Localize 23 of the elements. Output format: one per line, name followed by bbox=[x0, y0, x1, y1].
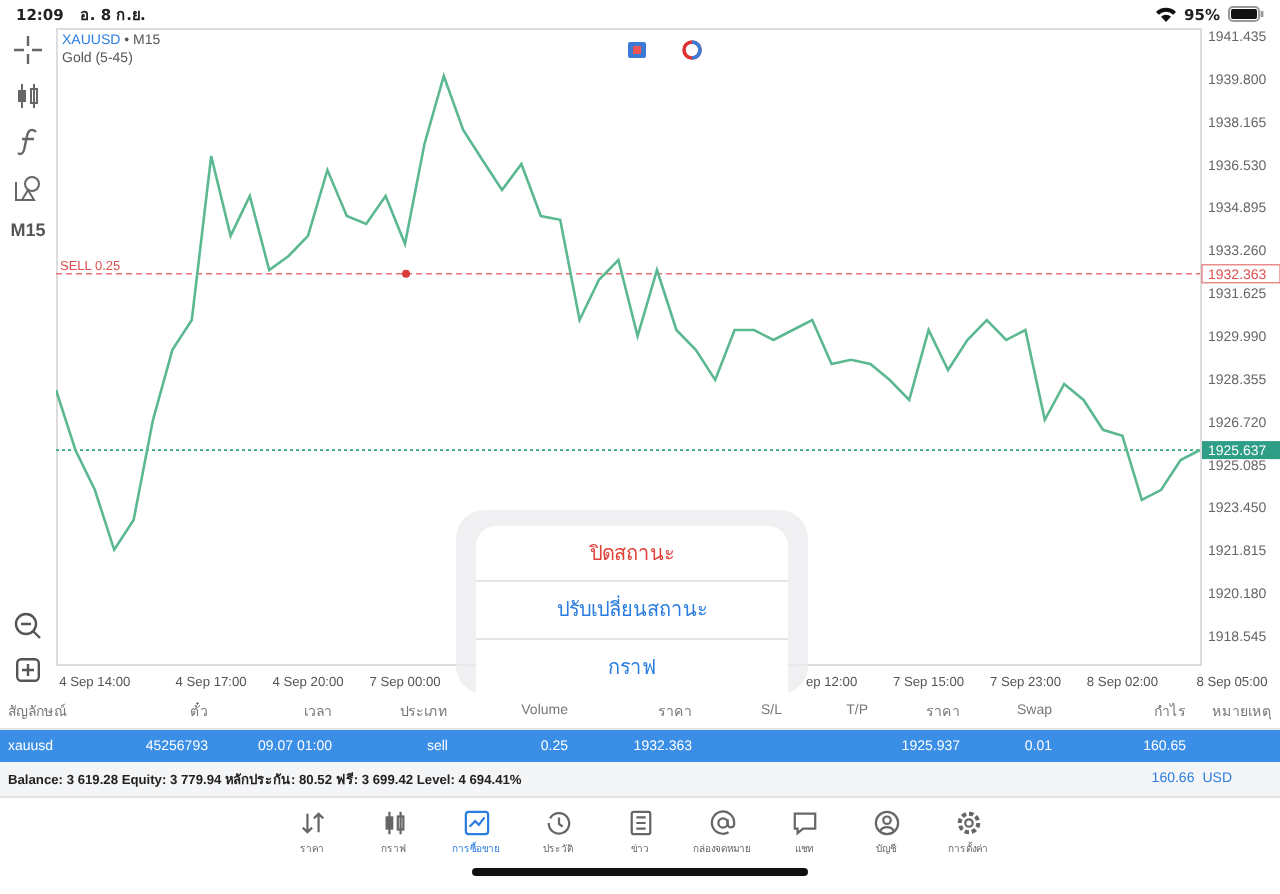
timeframe-button[interactable]: M15 bbox=[10, 220, 46, 240]
document-icon bbox=[627, 810, 653, 836]
clock-icon bbox=[545, 810, 571, 836]
line-chart-icon bbox=[463, 810, 489, 836]
menu-item[interactable]: กราฟ bbox=[476, 639, 788, 694]
candlestick-icon bbox=[381, 810, 407, 836]
battery-icon bbox=[1228, 6, 1264, 22]
menu-item[interactable]: ปิดสถานะ bbox=[476, 526, 788, 583]
at-sign-icon bbox=[709, 810, 735, 836]
sort-arrows-icon bbox=[299, 810, 325, 836]
menu-item[interactable]: ปรับเปลี่ยนสถานะ bbox=[476, 582, 788, 640]
ring-icon[interactable] bbox=[682, 40, 702, 60]
chat-bubble-icon bbox=[791, 810, 817, 836]
crosshair-icon[interactable] bbox=[14, 36, 42, 64]
settings-icon bbox=[955, 810, 981, 836]
zoom-out-icon[interactable] bbox=[14, 612, 42, 640]
user-circle-icon bbox=[873, 810, 899, 836]
add-icon[interactable] bbox=[16, 658, 40, 682]
shapes-icon[interactable] bbox=[14, 174, 42, 202]
function-icon[interactable] bbox=[16, 128, 40, 156]
candlestick-icon[interactable] bbox=[14, 82, 42, 110]
wifi-icon bbox=[1156, 6, 1177, 22]
order-marker bbox=[402, 269, 410, 278]
